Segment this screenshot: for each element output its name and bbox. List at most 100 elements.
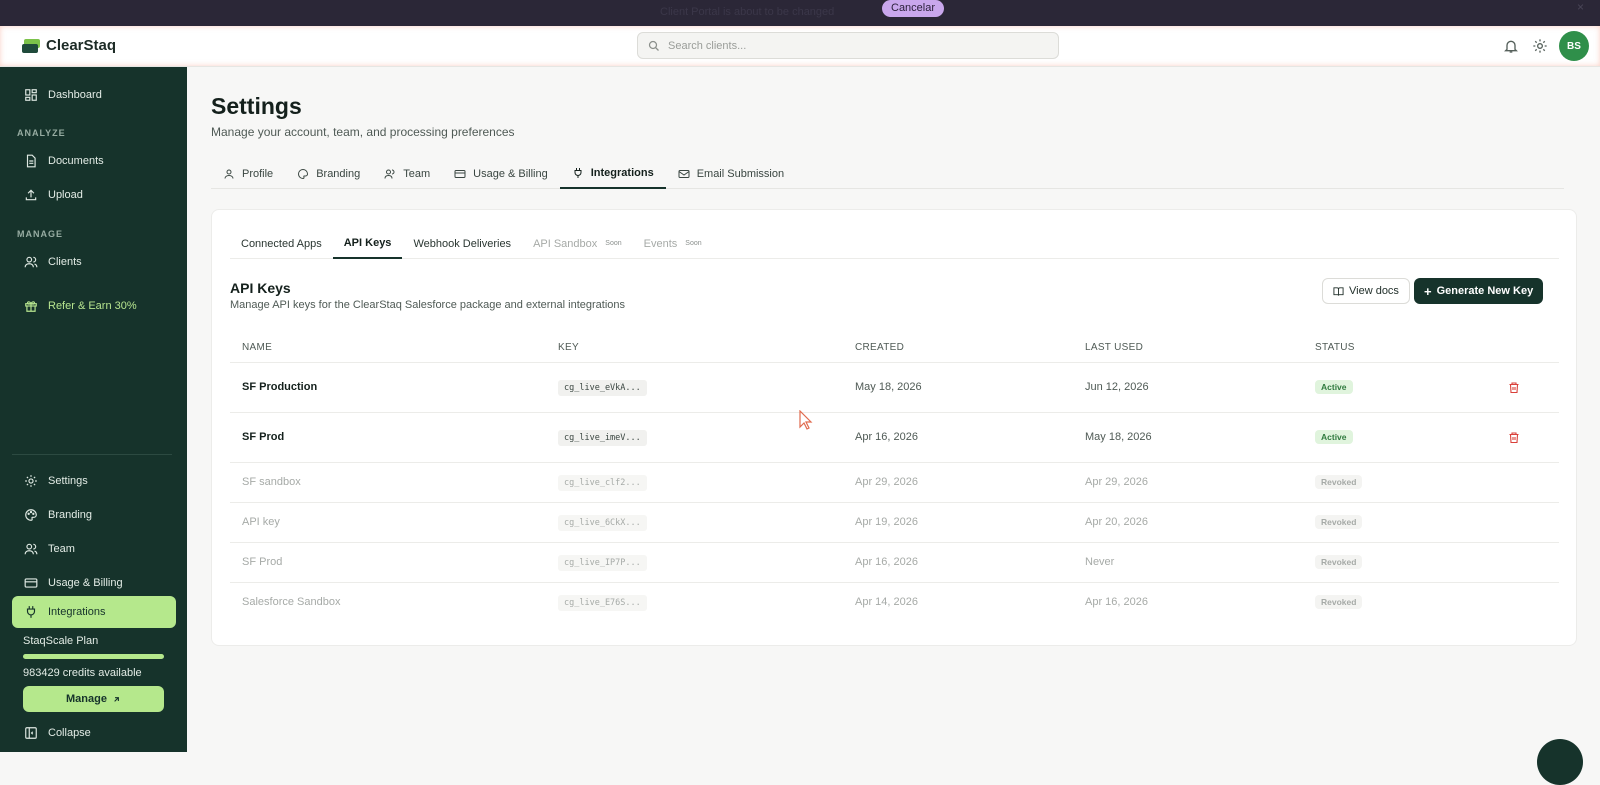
logo-icon bbox=[22, 38, 40, 53]
tab-label: Integrations bbox=[590, 166, 654, 179]
banner-close-icon[interactable]: × bbox=[1577, 0, 1584, 14]
gift-icon bbox=[25, 301, 37, 312]
subtab-api-keys[interactable]: API Keys bbox=[332, 228, 403, 259]
key-name: SF Prod bbox=[242, 556, 283, 568]
manage-plan-button[interactable]: Manage bbox=[23, 686, 164, 712]
tab-usage-billing[interactable]: Usage & Billing bbox=[442, 158, 560, 189]
sidebar-item-settings[interactable]: Settings bbox=[12, 465, 176, 497]
top-banner: Client Portal is about to be changed Can… bbox=[0, 0, 1600, 26]
subtab-events: Events Soon bbox=[633, 228, 713, 259]
generate-key-label: Generate New Key bbox=[1436, 285, 1534, 297]
sidebar-item-label: Clients bbox=[48, 256, 82, 268]
key-value: cg_live_imeV... bbox=[558, 430, 647, 446]
subtab-connected-apps[interactable]: Connected Apps bbox=[230, 228, 333, 259]
key-value: cg_live_6CkX... bbox=[558, 515, 647, 531]
sidebar-item-branding[interactable]: Branding bbox=[12, 499, 176, 531]
column-header-last-used: LAST USED bbox=[1085, 342, 1144, 353]
status-badge: Revoked bbox=[1315, 475, 1363, 489]
page-title: Settings bbox=[211, 93, 302, 119]
search-icon bbox=[648, 40, 659, 51]
mail-icon bbox=[678, 169, 690, 178]
soon-badge: Soon bbox=[685, 240, 702, 247]
trash-icon[interactable] bbox=[1508, 431, 1520, 444]
settings-tabs: Profile Branding Team Usage & Billing In… bbox=[211, 158, 1564, 189]
key-name: SF sandbox bbox=[242, 476, 301, 488]
sidebar-item-label: Team bbox=[48, 543, 75, 555]
key-name: SF Prod bbox=[242, 431, 285, 443]
tab-branding[interactable]: Branding bbox=[285, 158, 372, 189]
page-subtitle: Manage your account, team, and processin… bbox=[211, 125, 515, 139]
subtab-api-sandbox: API Sandbox Soon bbox=[522, 228, 633, 259]
plan-progress-bar bbox=[23, 654, 164, 659]
plan-credits: 983429 credits available bbox=[23, 667, 142, 679]
sidebar-item-dashboard[interactable]: Dashboard bbox=[12, 79, 176, 111]
key-name: API key bbox=[242, 516, 280, 528]
trash-icon[interactable] bbox=[1508, 381, 1520, 394]
tab-profile[interactable]: Profile bbox=[211, 158, 285, 189]
dashboard-icon bbox=[25, 89, 37, 101]
sidebar-item-upload[interactable]: Upload bbox=[12, 179, 176, 211]
tab-label: Email Submission bbox=[696, 167, 785, 180]
table-row: SF Prod cg_live_imeV... Apr 16, 2026 May… bbox=[230, 413, 1559, 463]
external-arrow-icon bbox=[114, 696, 119, 702]
sidebar-item-usage-billing[interactable]: Usage & Billing bbox=[12, 567, 176, 599]
key-value: cg_live_IP7P... bbox=[558, 555, 647, 571]
palette-icon bbox=[298, 168, 309, 179]
gear-icon[interactable] bbox=[1532, 38, 1548, 54]
table-row: SF sandbox cg_live_clf2... Apr 29, 2026 … bbox=[230, 463, 1559, 503]
section-title: API Keys bbox=[230, 280, 291, 296]
sidebar-section-manage: MANAGE bbox=[17, 229, 63, 239]
upload-icon bbox=[25, 189, 37, 201]
tab-integrations[interactable]: Integrations bbox=[559, 158, 666, 189]
book-icon bbox=[1333, 286, 1344, 296]
main-content: Settings Manage your account, team, and … bbox=[187, 67, 1600, 752]
sidebar-item-documents[interactable]: Documents bbox=[12, 145, 176, 177]
chat-launcher-button[interactable] bbox=[1537, 739, 1583, 785]
last-used-date: Apr 16, 2026 bbox=[1085, 596, 1148, 608]
bell-icon[interactable] bbox=[1503, 38, 1519, 54]
sidebar-item-refer[interactable]: Refer & Earn 30% bbox=[12, 290, 176, 322]
users-icon bbox=[384, 169, 395, 179]
view-docs-button[interactable]: View docs bbox=[1322, 278, 1410, 304]
subtab-label: API Keys bbox=[343, 236, 392, 249]
sidebar-collapse-button[interactable]: Collapse bbox=[12, 717, 176, 749]
table-header: NAME KEY CREATED LAST USED STATUS bbox=[230, 332, 1559, 363]
document-icon bbox=[26, 154, 36, 168]
section-subtitle: Manage API keys for the ClearStaq Salesf… bbox=[230, 299, 626, 311]
sidebar-item-integrations[interactable]: Integrations bbox=[12, 596, 176, 628]
search-placeholder: Search clients... bbox=[668, 39, 747, 52]
banner-cancel-button[interactable]: Cancelar bbox=[882, 0, 945, 17]
status-badge: Revoked bbox=[1315, 515, 1363, 529]
plug-icon bbox=[26, 606, 36, 618]
app-name: ClearStaq bbox=[46, 37, 117, 54]
sidebar-item-label: Integrations bbox=[48, 606, 106, 618]
subtab-webhook-deliveries[interactable]: Webhook Deliveries bbox=[402, 228, 522, 259]
sidebar-item-team[interactable]: Team bbox=[12, 533, 176, 565]
plan-progress-fill bbox=[23, 654, 164, 659]
tab-label: Usage & Billing bbox=[473, 167, 548, 180]
generate-key-button[interactable]: + Generate New Key bbox=[1414, 278, 1544, 304]
tab-email-submission[interactable]: Email Submission bbox=[666, 158, 796, 189]
created-date: Apr 29, 2026 bbox=[855, 476, 918, 488]
avatar[interactable]: BS bbox=[1559, 31, 1589, 61]
sidebar-item-label: Collapse bbox=[48, 727, 91, 739]
tab-team[interactable]: Team bbox=[372, 158, 442, 189]
tab-label: Branding bbox=[316, 167, 361, 180]
table-row: SF Production cg_live_eVkA... May 18, 20… bbox=[230, 363, 1559, 413]
column-header-status: STATUS bbox=[1315, 342, 1355, 353]
user-icon bbox=[224, 169, 234, 179]
key-value: cg_live_eVkA... bbox=[558, 380, 647, 396]
manage-label: Manage bbox=[66, 693, 107, 705]
search-input[interactable]: Search clients... bbox=[637, 32, 1059, 59]
sidebar-item-label: Upload bbox=[48, 189, 83, 201]
subtab-label: Events bbox=[643, 237, 678, 250]
app-logo[interactable]: ClearStaq bbox=[22, 37, 116, 54]
sidebar-item-clients[interactable]: Clients bbox=[12, 246, 176, 278]
integrations-card: Connected Apps API Keys Webhook Deliveri… bbox=[211, 209, 1577, 646]
sidebar-divider bbox=[12, 454, 172, 455]
users-icon bbox=[24, 543, 38, 555]
sidebar-section-analyze: ANALYZE bbox=[17, 128, 66, 138]
status-badge: Active bbox=[1315, 380, 1353, 394]
column-header-name: NAME bbox=[242, 342, 273, 353]
status-badge: Revoked bbox=[1315, 555, 1363, 569]
